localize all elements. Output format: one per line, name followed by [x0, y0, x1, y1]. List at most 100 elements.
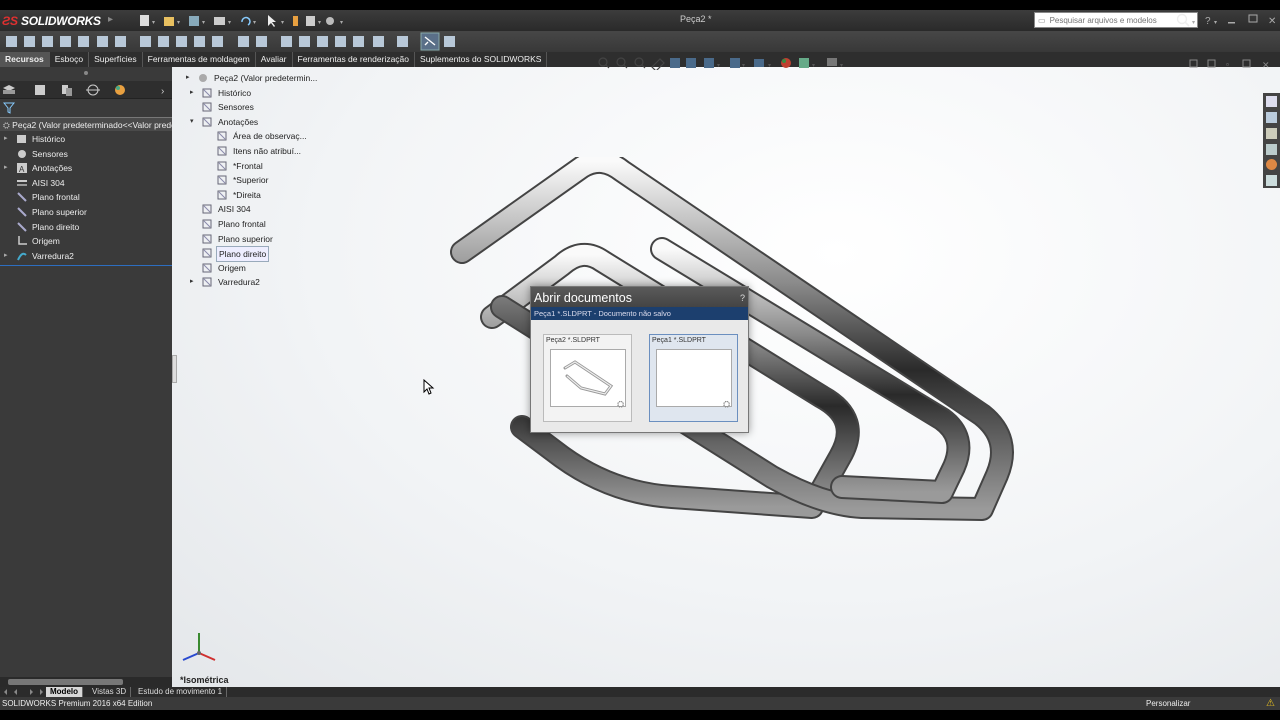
- flyout-item-label: *Direita: [233, 189, 261, 200]
- tab-suplementos-do-solidworks[interactable]: Suplementos do SOLIDWORKS: [415, 52, 548, 67]
- expand-arrow-icon[interactable]: ▸: [190, 86, 194, 100]
- expand-arrow-icon[interactable]: ▸: [190, 275, 194, 289]
- custom-properties-icon[interactable]: [1266, 175, 1277, 186]
- tree-item-plano-frontal[interactable]: Plano frontal: [0, 190, 172, 204]
- plane-icon: [17, 192, 27, 203]
- expand-arrow-icon[interactable]: ▾: [190, 115, 194, 129]
- feature-manager-panel: › ⛭ Peça2 (Valor predeterminado<<Valor p…: [0, 67, 172, 687]
- undo-icon: [241, 16, 251, 26]
- tab-esbo-o[interactable]: Esboço: [50, 52, 90, 67]
- tab-avaliar[interactable]: Avaliar: [256, 52, 293, 67]
- search-input[interactable]: [1049, 15, 1168, 25]
- bottom-tab-vistas-3d[interactable]: Vistas 3D: [88, 687, 132, 697]
- save-icon: [189, 16, 199, 26]
- svg-text:▾: ▾: [177, 20, 180, 26]
- document-card-selected[interactable]: Peça1 *.SLDPRT ⛭: [649, 334, 738, 422]
- tree-item-plano-direito[interactable]: Plano direito: [0, 220, 172, 234]
- tree-item-sensores[interactable]: Sensores: [0, 147, 172, 161]
- tree-item-label: Anotações: [32, 163, 73, 174]
- flyout-item-label: Plano direito: [216, 246, 270, 263]
- flyout-item-label: Anotações: [218, 116, 259, 127]
- ribbon-tools[interactable]: [0, 31, 470, 52]
- tree-item-hist-rico[interactable]: ▸ Histórico: [0, 132, 172, 146]
- rebuild-status-icon[interactable]: ⚠: [1266, 697, 1275, 710]
- tab-superf-cies[interactable]: Superfícies: [89, 52, 143, 67]
- panel-tabs: ›: [0, 81, 172, 99]
- axis-triad: [182, 633, 216, 661]
- help-icon[interactable]: ?: [740, 287, 745, 309]
- file-explorer-icon[interactable]: [1266, 128, 1277, 139]
- file-properties-icon: [306, 16, 315, 26]
- tab-ferramentas-de-renderiza-o[interactable]: Ferramentas de renderização: [293, 52, 416, 67]
- split-icon: [373, 36, 384, 47]
- heads-up-view-toolbar[interactable]: ▾ ▾ ▾ ▾ ▾: [596, 56, 1026, 70]
- expand-panel-icon: ›: [161, 86, 164, 97]
- tree-item-label: Plano superior: [32, 207, 87, 217]
- resources-icon[interactable]: [1266, 96, 1277, 107]
- appearances-icon[interactable]: [1266, 159, 1277, 170]
- flyout-item-label: *Superior: [233, 175, 269, 186]
- sweep-icon: [17, 252, 27, 261]
- boundary-boss-icon: [78, 36, 89, 47]
- svg-text:▾: ▾: [812, 63, 815, 69]
- part-doc-icon: ⛭: [723, 399, 731, 409]
- scrollbar-thumb[interactable]: [8, 679, 123, 685]
- restore-icon: [1248, 14, 1258, 23]
- material-icon: [17, 179, 27, 186]
- svg-text:▾: ▾: [281, 20, 284, 26]
- expand-arrow-icon[interactable]: ▸: [4, 161, 8, 175]
- flyout-item-label: Plano superior: [218, 233, 273, 244]
- plane-icon: [17, 221, 27, 232]
- bottom-tab-modelo[interactable]: Modelo: [46, 687, 83, 697]
- draft-icon: [194, 36, 205, 47]
- panel-splitter[interactable]: [172, 355, 177, 383]
- rib-icon: [176, 36, 187, 47]
- svg-text:▾: ▾: [228, 20, 231, 26]
- feature-manager-tab-icon: [3, 85, 15, 94]
- tree-item-origem[interactable]: Origem: [0, 234, 172, 248]
- dimxpert-tab-icon: [86, 84, 100, 96]
- dome-icon: [353, 36, 364, 47]
- document-card[interactable]: Peça2 *.SLDPRT ⛭: [543, 334, 632, 422]
- rollback-bar[interactable]: [0, 265, 172, 266]
- solidworks-logo[interactable]: ƧS SOLIDWORKS: [2, 11, 102, 30]
- tree-item-aisi-304[interactable]: AISI 304: [0, 176, 172, 190]
- restore-view-icon: [1207, 59, 1216, 68]
- maximize-view-icon: [1242, 59, 1251, 68]
- design-library-icon[interactable]: [1266, 112, 1277, 123]
- bottom-tab-estudo-de-movimento-1[interactable]: Estudo de movimento 1: [134, 687, 228, 697]
- tab-scroll-buttons[interactable]: [2, 688, 44, 696]
- flyout-item-label: Itens não atribuí...: [233, 145, 302, 156]
- viewport-window-controls[interactable]: ▫ ✕: [1188, 58, 1280, 70]
- svg-text:▾: ▾: [253, 20, 256, 26]
- tree-node-icon: [202, 219, 212, 229]
- tree-node-icon: [202, 234, 212, 243]
- tree-item-varredura2[interactable]: ▸ Varredura2: [0, 249, 172, 263]
- panel-grip[interactable]: [84, 71, 88, 75]
- feature-tree-root[interactable]: ⛭ Peça2 (Valor predeterminado<<Valor pre…: [0, 117, 172, 131]
- horizontal-scrollbar[interactable]: [0, 677, 172, 687]
- fillet-icon: [140, 36, 151, 47]
- tree-item-plano-superior[interactable]: Plano superior: [0, 205, 172, 219]
- tab-recursos[interactable]: Recursos: [0, 52, 50, 67]
- dialog-title: Abrir documentos ?: [531, 287, 748, 307]
- tab-ferramentas-de-moldagem[interactable]: Ferramentas de moldagem: [143, 52, 256, 67]
- tree-item-label: Varredura2: [32, 250, 74, 261]
- filter-icon[interactable]: [2, 102, 16, 117]
- intersect-icon: [256, 36, 267, 47]
- expand-menu-icon[interactable]: ▸: [108, 14, 113, 25]
- options-icon: [326, 17, 334, 25]
- search-box[interactable]: ▭: [1034, 12, 1198, 28]
- flyout-item-label: AISI 304: [218, 204, 251, 215]
- collapse-arrow-icon[interactable]: ▸: [186, 71, 190, 85]
- expand-arrow-icon[interactable]: ▸: [4, 249, 8, 263]
- view-palette-icon[interactable]: [1266, 144, 1277, 155]
- display-manager-tab-icon: [115, 85, 125, 95]
- tree-item-anota-es[interactable]: ▸ A Anotações: [0, 161, 172, 175]
- quick-access-toolbar[interactable]: ▾ ▾ ▾ ▾ ▾ ▾ ▾ ▾: [140, 14, 355, 27]
- tree-node-icon: [202, 277, 212, 287]
- svg-text:▾: ▾: [768, 63, 771, 69]
- zoom-to-fit-icon: [598, 57, 610, 69]
- customize-button[interactable]: Personalizar: [1146, 697, 1190, 710]
- expand-arrow-icon[interactable]: ▸: [4, 132, 8, 146]
